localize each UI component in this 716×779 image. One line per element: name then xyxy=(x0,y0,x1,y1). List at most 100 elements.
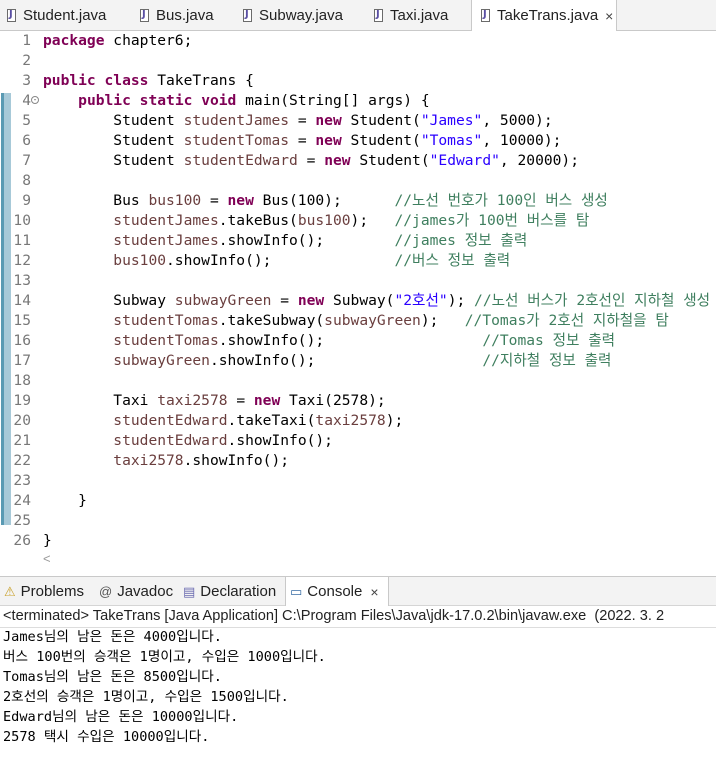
console-output-line: 2578 택시 수입은 10000입니다. xyxy=(3,729,210,745)
tab-problems[interactable]: ⚠ Problems xyxy=(4,577,84,606)
line-number: 2 xyxy=(22,52,31,69)
line-number: 10 xyxy=(13,212,31,229)
code-line[interactable]: 5 Student studentJames = new Student("Ja… xyxy=(0,111,716,131)
console-status-line: <terminated> TakeTrans [Java Application… xyxy=(3,608,665,624)
code-text: } xyxy=(43,492,87,509)
console-output-line: James님의 남은 돈은 4000입니다. xyxy=(3,629,222,645)
tab-taketrans-java[interactable]: TakeTrans.java × xyxy=(471,0,617,31)
close-tab-icon[interactable]: × xyxy=(605,8,613,24)
code-editor[interactable]: 1 package chapter6; 2 3 public class TakeTra… xyxy=(0,31,716,568)
tab-label: Subway.java xyxy=(259,7,343,24)
line-number: 21 xyxy=(13,432,31,449)
code-line[interactable]: 26} xyxy=(0,531,716,551)
editor-tab-bar: Student.java Bus.java Subway.java Taxi.j… xyxy=(0,0,716,31)
line-number: 22 xyxy=(13,452,31,469)
line-number: 25 xyxy=(13,512,31,529)
code-text: studentTomas.takeSubway(subwayGreen); //… xyxy=(113,312,669,329)
line-number: 24 xyxy=(13,492,31,509)
tab-console[interactable]: ▭ Console × xyxy=(285,577,389,606)
code-line[interactable]: 21 studentEdward.showInfo(); xyxy=(0,431,716,451)
console-output-line: 버스 100번의 승객은 1명이고, 수입은 1000입니다. xyxy=(3,649,326,665)
tab-javadoc[interactable]: @ Javadoc xyxy=(99,577,173,606)
code-line[interactable]: 19 Taxi taxi2578 = new Taxi(2578); xyxy=(0,391,716,411)
code-line[interactable]: 15 studentTomas.takeSubway(subwayGreen);… xyxy=(0,311,716,331)
code-text: Student studentJames = new Student("Jame… xyxy=(43,112,553,129)
code-text: studentEdward.takeTaxi(taxi2578); xyxy=(113,412,404,429)
line-number: 1 xyxy=(22,32,31,49)
fold-collapse-icon[interactable]: - xyxy=(31,96,39,104)
code-line[interactable]: 9 Bus bus100 = new Bus(100); //노선 번호가 10… xyxy=(0,191,716,211)
line-number: 9 xyxy=(22,192,31,209)
line-number: 13 xyxy=(13,272,31,289)
code-line[interactable]: 18 xyxy=(0,371,716,391)
code-text: package chapter6; xyxy=(43,32,193,49)
tab-label: Declaration xyxy=(200,583,277,600)
tab-label: TakeTrans.java xyxy=(497,7,599,24)
tab-taxi-java[interactable]: Taxi.java xyxy=(373,0,448,31)
code-line[interactable]: 6 Student studentTomas = new Student("To… xyxy=(0,131,716,151)
tab-label: Console xyxy=(307,583,363,600)
tab-student-java[interactable]: Student.java xyxy=(6,0,106,31)
line-number: 16 xyxy=(13,332,31,349)
code-line[interactable]: 16 studentTomas.showInfo(); //Tomas 정보 출… xyxy=(0,331,716,351)
line-number: 4 xyxy=(22,92,31,109)
code-line[interactable]: 3 public class TakeTrans { xyxy=(0,71,716,91)
code-text: studentJames.takeBus(bus100); //james가 1… xyxy=(113,212,590,229)
code-text: Bus bus100 = new Bus(100); //노선 번호가 100인… xyxy=(43,192,608,209)
code-line[interactable]: 8 xyxy=(0,171,716,191)
line-number: 20 xyxy=(13,412,31,429)
line-number: 5 xyxy=(22,112,31,129)
code-text: Student studentTomas = new Student("Toma… xyxy=(43,132,562,149)
code-text: public static void main(String[] args) { xyxy=(78,92,430,109)
code-line[interactable]: 4- public static void main(String[] args… xyxy=(0,91,716,111)
line-number: 7 xyxy=(22,152,31,169)
code-text: Student studentEdward = new Student("Edw… xyxy=(43,152,579,169)
console-output-line: 2호선의 승객은 1명이고, 수입은 1500입니다. xyxy=(3,689,289,705)
line-number: 19 xyxy=(13,392,31,409)
code-line[interactable]: 2 xyxy=(0,51,716,71)
tab-declaration[interactable]: ▤ Declaration xyxy=(183,577,276,606)
bottom-panel-tabs: ⚠ Problems @ Javadoc ▤ Declaration ▭ Con… xyxy=(0,576,716,606)
code-line[interactable]: 20 studentEdward.takeTaxi(taxi2578); xyxy=(0,411,716,431)
declaration-icon: ▤ xyxy=(183,583,196,599)
line-number: 15 xyxy=(13,312,31,329)
code-line[interactable]: 24 } xyxy=(0,491,716,511)
line-number: 8 xyxy=(22,172,31,189)
code-line[interactable]: 25 xyxy=(0,511,716,531)
tab-subway-java[interactable]: Subway.java xyxy=(242,0,343,31)
code-line[interactable]: 23 xyxy=(0,471,716,491)
code-line[interactable]: 11 studentJames.showInfo(); //james 정보 출… xyxy=(0,231,716,251)
scroll-left-icon[interactable]: < xyxy=(43,551,51,566)
line-number: 3 xyxy=(22,72,31,89)
code-line[interactable]: 22 taxi2578.showInfo(); xyxy=(0,451,716,471)
code-text: taxi2578.showInfo(); xyxy=(113,452,290,469)
java-file-icon xyxy=(373,8,385,23)
code-line[interactable]: 14 Subway subwayGreen = new Subway("2호선"… xyxy=(0,291,716,311)
code-text: bus100.showInfo(); //버스 정보 출력 xyxy=(113,252,511,269)
code-line[interactable]: 13 xyxy=(0,271,716,291)
tab-bus-java[interactable]: Bus.java xyxy=(139,0,214,31)
code-line[interactable]: 10 studentJames.takeBus(bus100); //james… xyxy=(0,211,716,231)
code-text: studentJames.showInfo(); //james 정보 출력 xyxy=(113,232,528,249)
code-text: studentEdward.showInfo(); xyxy=(113,432,333,449)
code-line[interactable]: 7 Student studentEdward = new Student("E… xyxy=(0,151,716,171)
line-number: 26 xyxy=(13,532,31,549)
java-file-icon xyxy=(480,8,492,23)
tab-label: Student.java xyxy=(23,7,107,24)
line-number: 18 xyxy=(13,372,31,389)
close-console-icon[interactable]: × xyxy=(370,584,378,600)
tab-label: Bus.java xyxy=(156,7,214,24)
code-text: public class TakeTrans { xyxy=(43,72,254,89)
problems-icon: ⚠ xyxy=(4,583,16,599)
line-number: 17 xyxy=(13,352,31,369)
java-file-icon xyxy=(242,8,254,23)
code-text: Taxi taxi2578 = new Taxi(2578); xyxy=(43,392,386,409)
code-line[interactable]: 12 bus100.showInfo(); //버스 정보 출력 xyxy=(0,251,716,271)
javadoc-icon: @ xyxy=(99,584,113,599)
java-file-icon xyxy=(139,8,151,23)
line-number: 6 xyxy=(22,132,31,149)
tab-label: Taxi.java xyxy=(390,7,449,24)
code-line[interactable]: 17 subwayGreen.showInfo(); //지하철 정보 출력 xyxy=(0,351,716,371)
line-number: 12 xyxy=(13,252,31,269)
code-line[interactable]: 1 package chapter6; xyxy=(0,31,716,51)
